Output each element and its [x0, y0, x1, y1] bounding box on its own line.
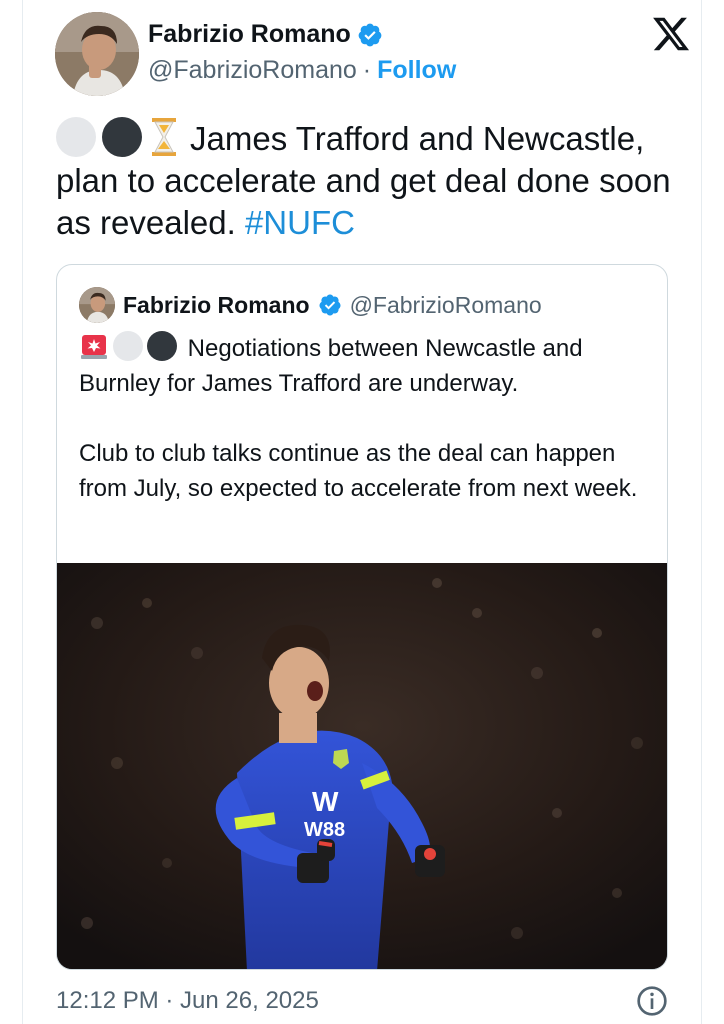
author-avatar[interactable] — [55, 12, 139, 96]
follow-button[interactable]: Follow — [377, 56, 456, 85]
quoted-paragraph-2: Club to club talks continue as the deal … — [79, 440, 638, 502]
tweet-text: James Trafford and Newcastle, plan to ac… — [56, 116, 676, 244]
white-circle-emoji — [56, 117, 96, 157]
quoted-tweet-text: Negotiations between Newcastle and Burnl… — [79, 331, 649, 506]
tweet-footer: 12:12 PM · Jun 26, 2025 — [56, 985, 668, 1017]
tweet-timestamp[interactable]: 12:12 PM · Jun 26, 2025 — [56, 987, 319, 1015]
author-handle[interactable]: @FabrizioRomano — [148, 56, 357, 85]
quoted-tweet-header: Fabrizio Romano @FabrizioRomano — [79, 287, 542, 323]
verified-badge-icon — [358, 23, 382, 46]
quoted-author-avatar — [79, 287, 115, 323]
svg-text:W88: W88 — [304, 819, 345, 841]
quoted-tweet[interactable]: Fabrizio Romano @FabrizioRomano Negotiat… — [56, 264, 668, 970]
black-circle-emoji — [102, 117, 142, 157]
name-row: Fabrizio Romano — [148, 20, 383, 49]
handle-row: @FabrizioRomano · Follow — [148, 56, 456, 85]
author-display-name[interactable]: Fabrizio Romano — [148, 20, 351, 49]
svg-text:W: W — [312, 786, 339, 817]
siren-icon — [81, 335, 107, 359]
white-circle-emoji — [113, 331, 143, 361]
tweet-header: Fabrizio Romano @FabrizioRomano · Follow — [55, 12, 695, 96]
info-icon[interactable] — [636, 985, 668, 1017]
black-circle-emoji — [147, 331, 177, 361]
hourglass-icon — [152, 118, 176, 156]
separator-dot: · — [362, 56, 372, 84]
quoted-author-display-name: Fabrizio Romano — [123, 291, 310, 318]
hashtag-link[interactable]: #NUFC — [245, 204, 355, 241]
x-logo-icon[interactable] — [651, 14, 691, 54]
quoted-tweet-photo[interactable]: W W88 — [57, 563, 667, 969]
verified-badge-icon — [319, 294, 341, 316]
quoted-author-handle: @FabrizioRomano — [349, 291, 542, 318]
